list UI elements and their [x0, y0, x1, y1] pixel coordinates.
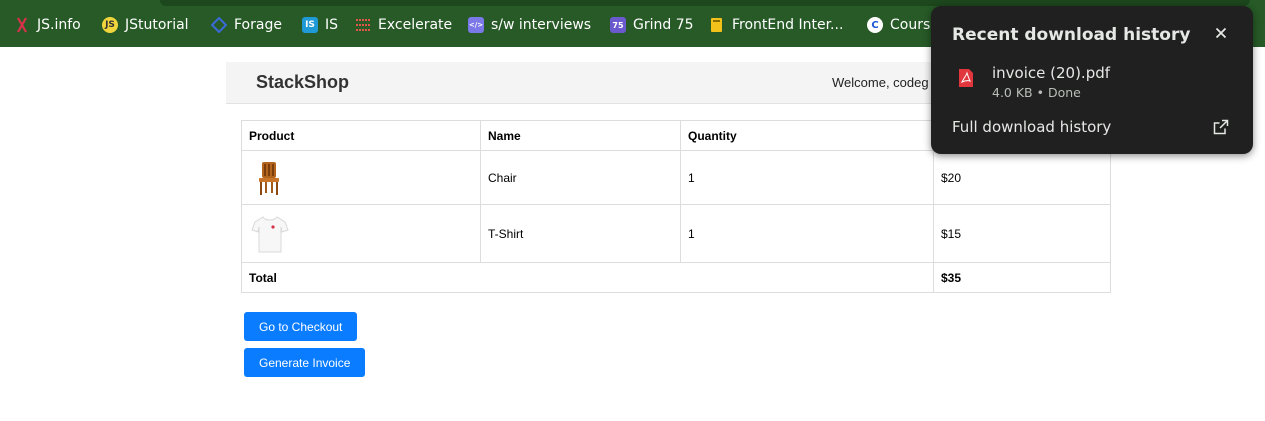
download-meta: 4.0 KB • Done — [992, 85, 1081, 100]
bookmark-label: JStutorial — [125, 17, 189, 33]
is-icon: IS — [302, 17, 318, 33]
bookmark-forage[interactable]: Forage — [211, 14, 282, 36]
popup-title: Recent download history — [952, 25, 1191, 45]
bookmark-excelerate[interactable]: Excelerate — [355, 14, 452, 36]
bookmark-grind75[interactable]: 75 Grind 75 — [610, 14, 694, 36]
js-icon: JS — [102, 17, 118, 33]
bookmark-label: s/w interviews — [491, 17, 592, 33]
code-icon: </> — [468, 17, 484, 33]
js-info-icon — [14, 17, 30, 33]
forage-icon — [211, 17, 227, 33]
bookmark-label: Forage — [234, 17, 282, 33]
excelerate-icon — [355, 17, 371, 33]
bookmark-label: Grind 75 — [633, 17, 694, 33]
table-row: T-Shirt 1 $15 — [241, 204, 1111, 263]
generate-invoice-button[interactable]: Generate Invoice — [244, 348, 366, 377]
product-cell — [241, 150, 481, 205]
course-icon: C — [867, 17, 883, 33]
bookmark-label: IS — [325, 17, 339, 33]
grind-icon: 75 — [610, 17, 626, 33]
total-row: Total $35 — [241, 262, 1111, 293]
bookmark-cours[interactable]: C Cours — [867, 14, 930, 36]
product-quantity: 1 — [680, 150, 934, 205]
bookmark-sw-interviews[interactable]: </> s/w interviews — [468, 14, 591, 36]
product-price: $20 — [933, 150, 1111, 205]
bookmark-frontend-inter[interactable]: FrontEnd Inter... — [709, 14, 843, 36]
book-icon — [709, 17, 725, 33]
bookmark-js-info[interactable]: JS.info — [14, 14, 81, 36]
bookmark-label: JS.info — [37, 17, 81, 33]
column-header-quantity: Quantity — [680, 120, 934, 151]
close-icon[interactable] — [1211, 23, 1231, 43]
total-value: $35 — [933, 262, 1111, 293]
download-item[interactable]: invoice (20).pdf 4.0 KB • Done — [952, 64, 1232, 104]
brand-logo[interactable]: StackShop — [256, 72, 349, 93]
pdf-icon — [959, 69, 973, 87]
download-filename: invoice (20).pdf — [992, 64, 1111, 82]
table-row: Chair 1 $20 — [241, 150, 1111, 205]
bookmark-is[interactable]: IS IS — [302, 14, 338, 36]
product-name: Chair — [480, 150, 681, 205]
full-download-history-link[interactable]: Full download history — [952, 118, 1111, 136]
go-to-checkout-button[interactable]: Go to Checkout — [244, 312, 358, 341]
open-external-icon[interactable] — [1213, 119, 1229, 135]
product-name: T-Shirt — [480, 204, 681, 263]
column-header-name: Name — [480, 120, 681, 151]
welcome-text: Welcome, codeg — [832, 75, 929, 90]
chair-image — [259, 161, 279, 195]
bookmark-label: Cours — [890, 17, 931, 33]
product-price: $15 — [933, 204, 1111, 263]
tshirt-image — [251, 215, 289, 252]
column-header-product: Product — [241, 120, 481, 151]
bookmark-label: FrontEnd Inter... — [732, 17, 844, 33]
product-quantity: 1 — [680, 204, 934, 263]
download-history-popup: Recent download history invoice (20).pdf… — [931, 6, 1253, 154]
bookmark-label: Excelerate — [378, 17, 453, 33]
product-cell — [241, 204, 481, 263]
total-label: Total — [241, 262, 934, 293]
bookmark-jstutorial[interactable]: JS JStutorial — [102, 14, 189, 36]
